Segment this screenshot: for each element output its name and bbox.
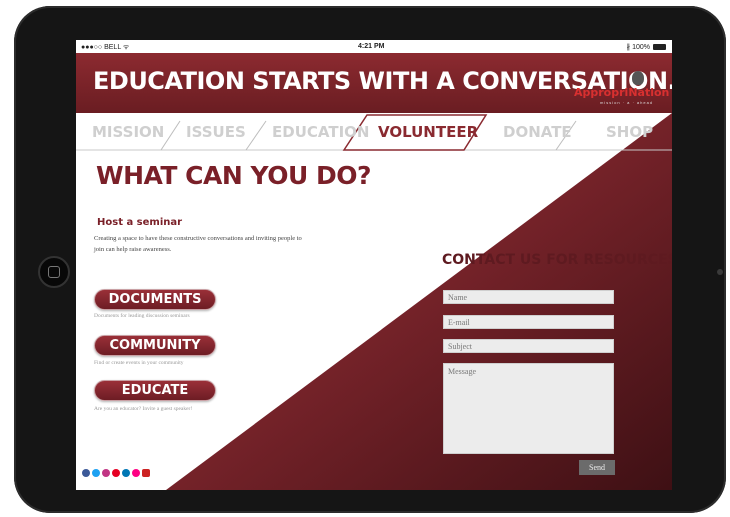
name-field[interactable]: Name: [443, 290, 614, 304]
nav-item-mission[interactable]: MISSION: [92, 123, 164, 141]
main-nav: MISSION ISSUES EDUCATION VOLUNTEER DONAT…: [76, 113, 672, 151]
carrier-signal: ●●●○○ BELL ᯤ: [81, 44, 130, 51]
camera-dot: [717, 269, 723, 275]
page-heading: WHAT CAN YOU DO?: [96, 161, 371, 190]
community-button[interactable]: COMMUNITY: [94, 335, 216, 356]
nav-item-volunteer[interactable]: VOLUNTEER: [378, 123, 478, 141]
twitter-icon[interactable]: [92, 469, 100, 477]
facebook-icon[interactable]: [82, 469, 90, 477]
header-banner: EDUCATION STARTS WITH A CONVERSATION. Ap…: [76, 53, 672, 113]
nav-separators: [76, 114, 672, 151]
battery-icon: [653, 44, 666, 50]
youtube-icon[interactable]: [142, 469, 150, 477]
battery-indicator: ∦ 100%: [627, 43, 666, 51]
educate-button[interactable]: EDUCATE: [94, 380, 216, 401]
logo-tagline: mission · a · ahead: [600, 100, 654, 105]
subject-field[interactable]: Subject: [443, 339, 614, 353]
logo-portrait-icon: [632, 71, 644, 85]
home-square-icon: [48, 266, 60, 278]
social-links: [82, 469, 150, 477]
photo-stage: ●●●○○ BELL ᯤ 4:21 PM ∦ 100% EDUCATION ST…: [0, 0, 730, 517]
email-field[interactable]: E-mail: [443, 315, 614, 329]
send-button[interactable]: Send: [579, 460, 615, 475]
linkedin-icon[interactable]: [122, 469, 130, 477]
section-subheading: Host a seminar: [97, 217, 183, 228]
flickr-icon[interactable]: [132, 469, 140, 477]
section-description: Creating a space to have these construct…: [94, 235, 302, 253]
documents-button[interactable]: DOCUMENTS: [94, 289, 216, 310]
battery-text: ∦ 100%: [626, 44, 650, 51]
home-button[interactable]: [38, 256, 70, 288]
community-caption: Find or create events in your community: [94, 360, 184, 366]
pinterest-icon[interactable]: [112, 469, 120, 477]
nav-item-issues[interactable]: ISSUES: [186, 123, 246, 141]
status-time: 4:21 PM: [358, 43, 385, 50]
nav-item-shop[interactable]: SHOP: [606, 123, 653, 141]
educate-caption: Are you an educator? Invite a guest spea…: [94, 406, 193, 412]
documents-caption: Documents for leading discussion seminar…: [94, 313, 190, 319]
site-logo[interactable]: AppropriNation mission · a · ahead: [572, 67, 672, 107]
contact-title: CONTACT US FOR RESOURCES: [442, 252, 672, 268]
status-bar: ●●●○○ BELL ᯤ 4:21 PM ∦ 100%: [76, 40, 672, 53]
tablet-screen: ●●●○○ BELL ᯤ 4:21 PM ∦ 100% EDUCATION ST…: [76, 40, 672, 490]
logo-text: AppropriNation: [574, 86, 670, 99]
nav-item-education[interactable]: EDUCATION: [272, 123, 369, 141]
instagram-icon[interactable]: [102, 469, 110, 477]
message-field[interactable]: Message: [443, 363, 614, 454]
nav-item-donate[interactable]: DONATE: [503, 123, 572, 141]
